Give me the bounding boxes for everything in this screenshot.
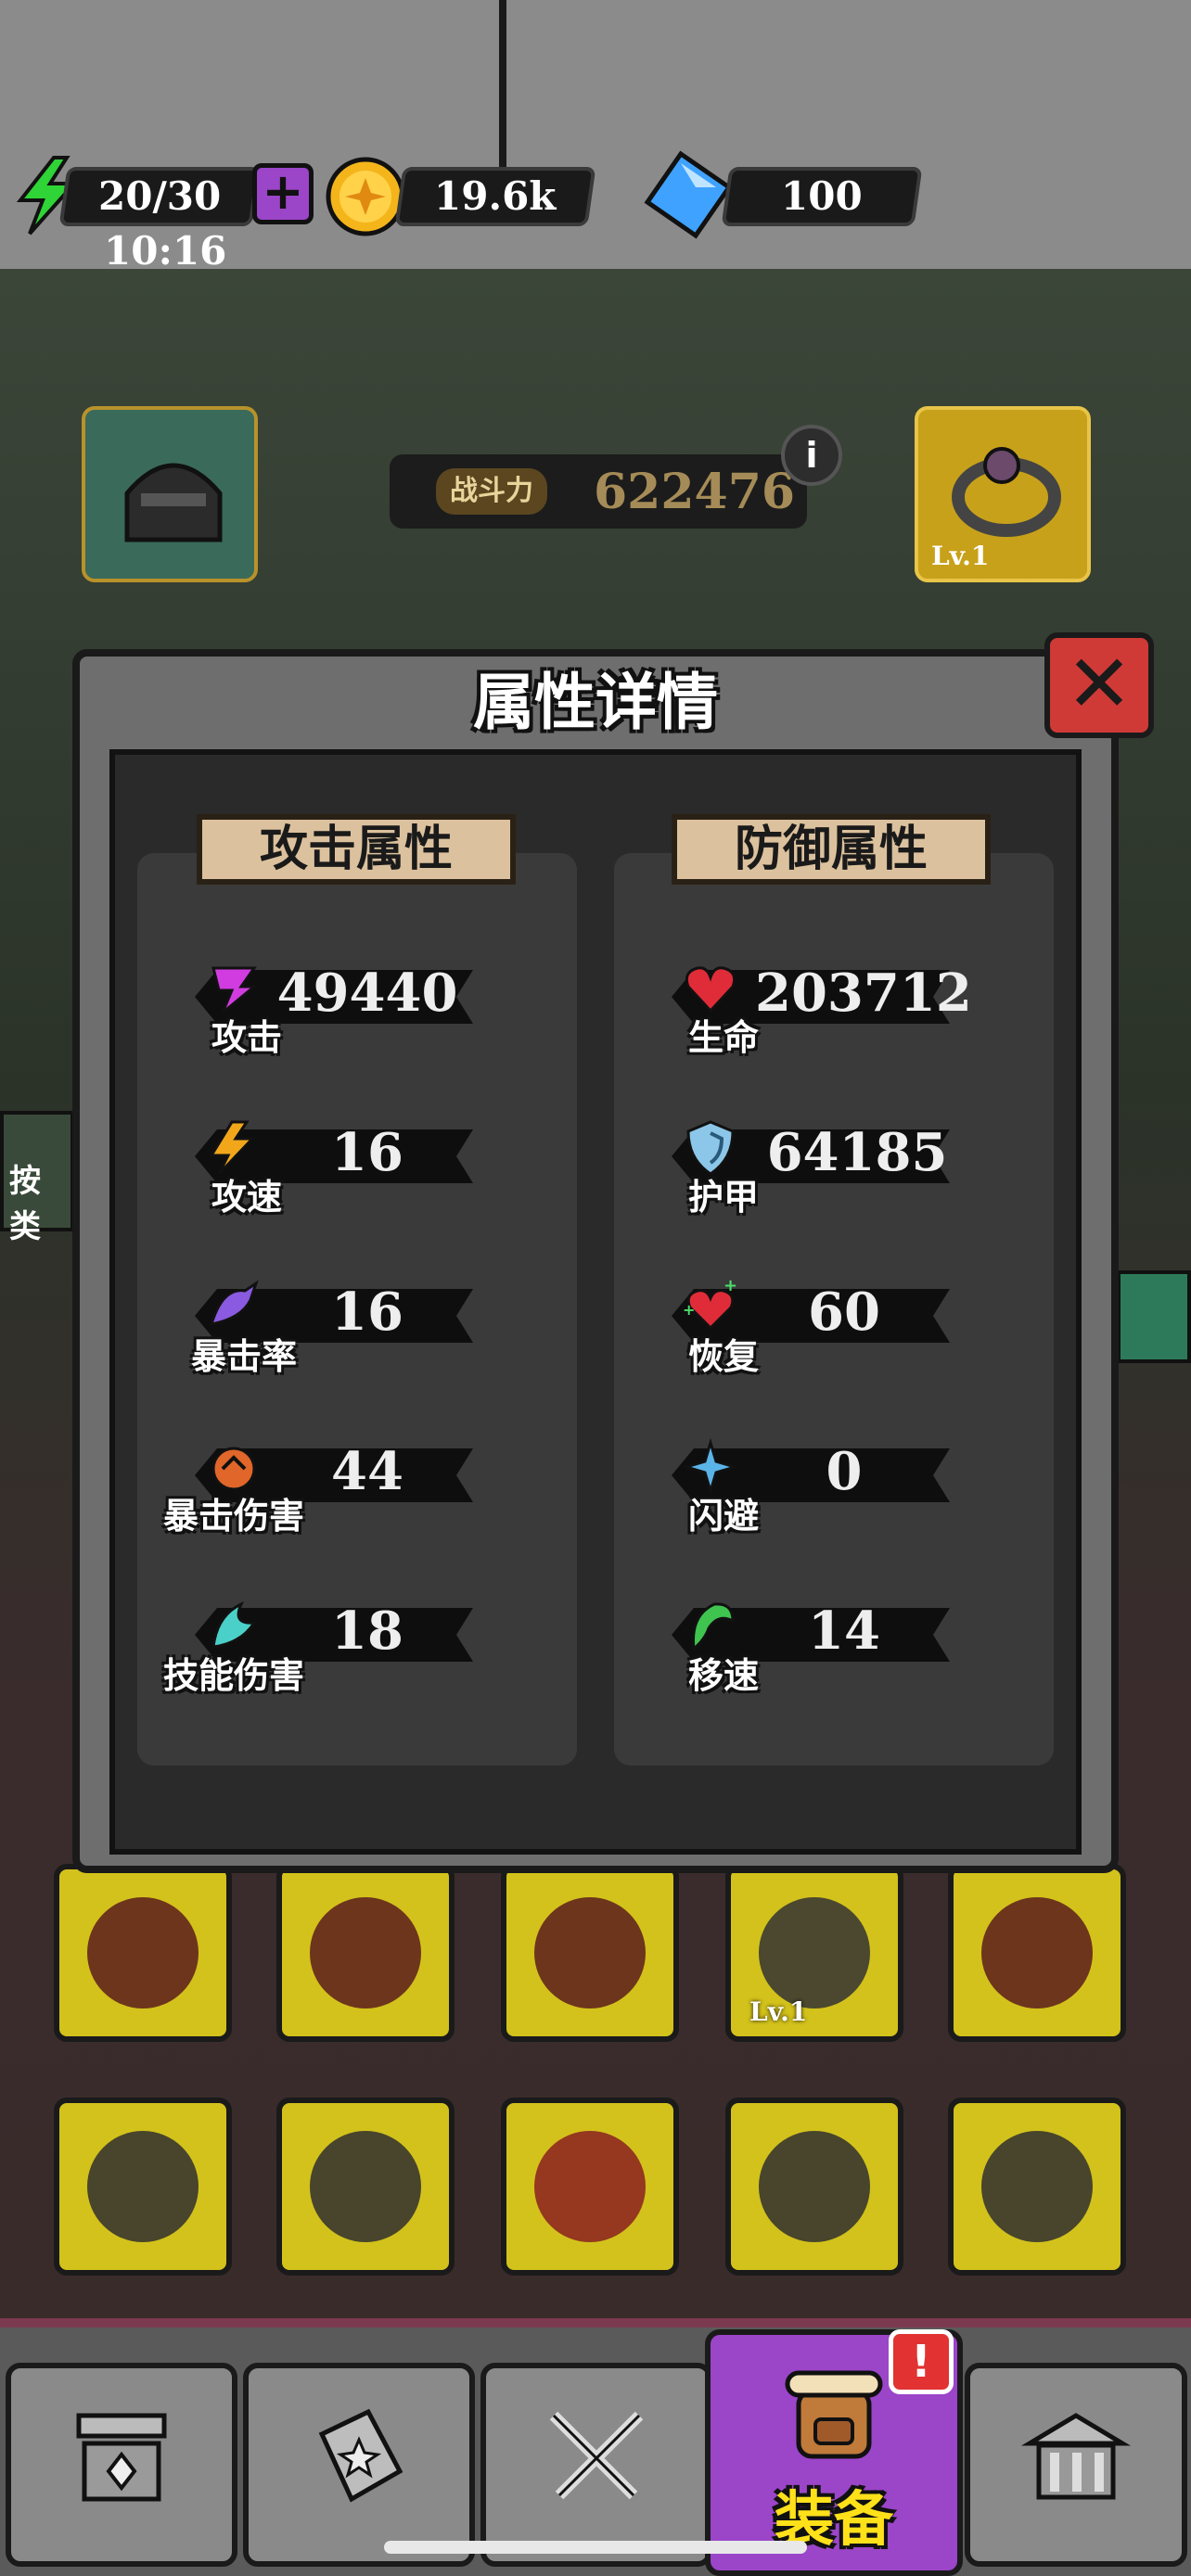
inventory-item[interactable] (948, 1864, 1126, 2042)
svg-text:+: + (724, 1278, 737, 1295)
plus-icon[interactable]: + (252, 163, 314, 224)
equip-slot-ring[interactable]: Lv.1 (915, 406, 1091, 582)
inventory-item[interactable]: Lv.1 (725, 1864, 903, 2042)
stat-label: 暴击伤害 (163, 1496, 305, 1537)
stat-regen: + + 60 恢复 (662, 1272, 968, 1377)
combat-power-value: 622476 (594, 464, 796, 520)
stat-attack-speed: 16 攻速 (186, 1113, 492, 1218)
coin-value-pill: 19.6k (394, 167, 596, 226)
energy-value-pill: 20/30 (58, 167, 261, 226)
stat-value: 0 (826, 1441, 863, 1502)
nav-tab-signpost[interactable] (6, 2363, 237, 2567)
energy-timer: 10:16 (104, 228, 227, 274)
helmet-icon (124, 463, 223, 542)
backpack-icon (785, 2370, 883, 2459)
inventory-item[interactable] (276, 1864, 455, 2042)
stat-crit-damage: 44 暴击伤害 (163, 1432, 492, 1537)
ring-icon (952, 447, 1061, 537)
svg-text:+: + (683, 1301, 695, 1319)
spellbook-icon (318, 2408, 403, 2503)
equip-slot-helmet[interactable] (82, 406, 258, 582)
stat-label: 生命 (688, 1017, 760, 1058)
inventory-item[interactable] (276, 2098, 455, 2276)
stat-skill-damage: 18 技能伤害 (163, 1591, 492, 1696)
stat-label: 恢复 (688, 1336, 760, 1377)
inventory-item[interactable] (948, 2098, 1126, 2276)
inventory-item[interactable] (501, 2098, 679, 2276)
inventory-item-level: Lv.1 (749, 1996, 808, 2027)
stat-dodge: 0 闪避 (662, 1432, 968, 1537)
stat-label: 闪避 (688, 1496, 760, 1537)
stat-value: 16 (331, 1282, 403, 1343)
stat-label: 移速 (688, 1655, 760, 1696)
stat-crit-rate: 16 暴击率 (186, 1272, 492, 1377)
stat-value: 60 (808, 1282, 880, 1343)
nav-tab-battle[interactable] (480, 2363, 712, 2567)
ring-level: Lv.1 (931, 541, 990, 571)
gem-group[interactable]: 100 (644, 150, 923, 243)
inventory-item[interactable] (54, 1864, 232, 2042)
energy-group[interactable]: 20/30 + (9, 156, 315, 239)
nav-tab-building[interactable] (965, 2363, 1187, 2567)
side-tab[interactable]: 按类 (0, 1111, 74, 1245)
alert-badge: ! (889, 2329, 954, 2394)
side-tab-right[interactable] (1117, 1270, 1191, 1363)
stat-label: 攻击 (211, 1017, 283, 1058)
attack-panel-heading: 攻击属性 (197, 814, 516, 885)
coin-group[interactable]: 19.6k (325, 156, 603, 239)
signpost-icon (76, 2413, 167, 2502)
coin-icon (326, 157, 405, 236)
stat-move-speed: 14 移速 (662, 1591, 968, 1696)
stat-label: 暴击率 (191, 1336, 298, 1377)
info-icon[interactable]: i (781, 425, 842, 486)
inventory-item[interactable] (501, 1864, 679, 2042)
stat-value: 64185 (766, 1122, 948, 1183)
stat-value: 203712 (755, 963, 972, 1024)
close-icon: ✕ (1065, 638, 1133, 731)
side-tab-label: 按类 (9, 1163, 41, 1245)
stat-label: 攻速 (211, 1177, 283, 1218)
stat-value: 49440 (276, 963, 458, 1024)
crossed-swords-icon (549, 2411, 644, 2499)
stat-label: 护甲 (688, 1177, 760, 1218)
home-indicator[interactable] (384, 2541, 807, 2554)
stat-label: 技能伤害 (163, 1655, 305, 1696)
stat-attack: 49440 攻击 (186, 953, 492, 1058)
inventory-item[interactable] (54, 2098, 232, 2276)
bar-divider (499, 0, 506, 167)
close-button[interactable]: ✕ (1044, 632, 1154, 738)
defense-panel-heading: 防御属性 (672, 814, 991, 885)
stat-value: 14 (808, 1600, 880, 1662)
gem-value: 100 (781, 173, 863, 219)
stat-value: 16 (331, 1122, 403, 1183)
stat-health: 203712 生命 (662, 953, 972, 1058)
energy-value: 20/30 (97, 173, 222, 219)
building-icon (1020, 2412, 1132, 2500)
combat-power-label: 战斗力 (436, 468, 547, 515)
coin-value: 19.6k (434, 173, 557, 219)
stat-armor: 64185 护甲 (662, 1113, 968, 1218)
nav-tab-spellbook[interactable] (243, 2363, 475, 2567)
inventory-item[interactable] (725, 2098, 903, 2276)
gem-value-pill: 100 (721, 167, 923, 226)
diamond-icon (644, 150, 733, 239)
dialog-title: 属性详情 (473, 667, 718, 738)
